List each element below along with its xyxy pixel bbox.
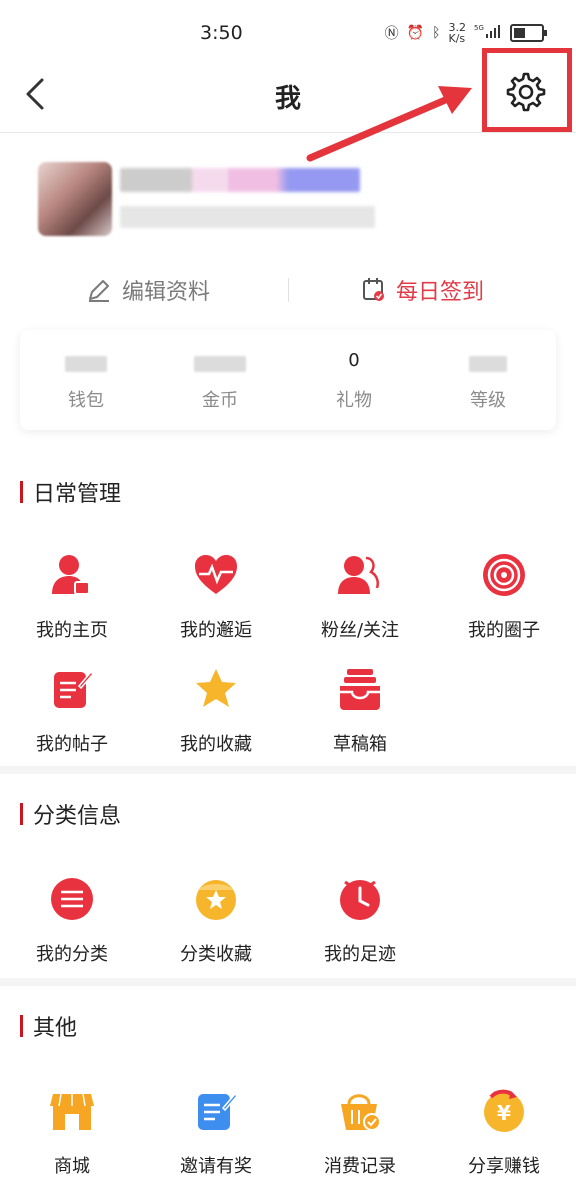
list-circle-icon (51, 878, 93, 920)
star-folder-icon (196, 880, 236, 920)
stat-level-value (428, 350, 548, 376)
stat-wallet[interactable]: 钱包 (26, 350, 146, 412)
svg-text:5G: 5G (474, 24, 484, 32)
edit-profile-label: 编辑资料 (122, 280, 211, 305)
menu-mall[interactable]: 商城 (0, 1088, 144, 1178)
stat-wallet-value (26, 350, 146, 376)
section-marker (20, 481, 23, 503)
gear-icon[interactable] (500, 68, 548, 116)
section-divider (0, 978, 576, 986)
battery-icon (510, 24, 547, 42)
menu-my-circles[interactable]: 我的圈子 (432, 552, 576, 642)
menu-drafts[interactable]: 草稿箱 (288, 666, 432, 756)
stat-level-label: 等级 (470, 390, 506, 411)
stat-level[interactable]: 等级 (428, 350, 548, 412)
menu-my-favorites[interactable]: 我的收藏 (144, 666, 288, 756)
heart-pulse-icon (195, 555, 237, 594)
network-speed: 3.2 K/s (448, 21, 467, 45)
edit-note-icon (54, 670, 95, 708)
section-daily-management-title: 日常管理 (20, 476, 121, 508)
store-icon (50, 1093, 94, 1130)
menu-my-posts[interactable]: 我的帖子 (0, 666, 144, 756)
stat-coins-label: 金币 (202, 390, 238, 411)
menu-classified-favorites[interactable]: 分类收藏 (144, 876, 288, 966)
star-icon (196, 669, 236, 707)
signal-icon: 5G (474, 23, 502, 43)
status-time: 3:50 (200, 22, 243, 44)
menu-consumption-records[interactable]: 消费记录 (288, 1088, 432, 1178)
basket-check-icon (341, 1094, 381, 1131)
section-divider (0, 766, 576, 774)
alarm-icon: ⏰ (406, 25, 425, 41)
nfc-icon: Ⓝ (384, 26, 399, 42)
stat-gifts[interactable]: 0 礼物 (294, 350, 414, 412)
menu-share-earn[interactable]: ¥ 分享赚钱 (432, 1088, 576, 1178)
pencil-icon (89, 280, 109, 302)
svg-text:¥: ¥ (497, 1101, 511, 1125)
menu-fans-follow[interactable]: 粉丝/关注 (288, 552, 432, 642)
daily-checkin-button[interactable]: 每日签到 (362, 268, 484, 312)
profile-actions: 编辑资料 每日签到 (0, 268, 576, 312)
clock-icon (340, 880, 380, 920)
edit-doc-icon (198, 1092, 239, 1130)
stat-coins[interactable]: 金币 (160, 350, 280, 412)
stat-gifts-value: 0 (348, 350, 360, 371)
section-marker (20, 803, 23, 825)
menu-invite-reward[interactable]: 邀请有奖 (144, 1088, 288, 1178)
inbox-tray-icon (340, 669, 380, 710)
username-redacted (120, 168, 360, 192)
menu-my-footprints[interactable]: 我的足迹 (288, 876, 432, 966)
menu-my-classifieds[interactable]: 我的分类 (0, 876, 144, 966)
daily-checkin-label: 每日签到 (396, 280, 485, 305)
section-other-title: 其他 (20, 1010, 77, 1042)
status-icons: Ⓝ ⏰ ᛒ 3.2 K/s 5G (384, 21, 547, 45)
section-classified-title: 分类信息 (20, 798, 121, 830)
user-home-icon (52, 555, 90, 595)
target-icon (483, 554, 525, 596)
users-icon (338, 556, 379, 594)
stat-wallet-label: 钱包 (68, 390, 104, 411)
user-subtitle-redacted (120, 206, 375, 228)
divider (288, 278, 289, 302)
avatar[interactable] (38, 162, 112, 236)
edit-profile-button[interactable]: 编辑资料 (86, 268, 210, 312)
bluetooth-icon: ᛒ (432, 25, 441, 41)
menu-my-encounters[interactable]: 我的邂逅 (144, 552, 288, 642)
calendar-check-icon (363, 278, 384, 301)
stats-card: 钱包 金币 0 礼物 等级 (20, 330, 556, 430)
section-marker (20, 1015, 23, 1037)
yen-coin-icon: ¥ (484, 1089, 524, 1132)
menu-my-homepage[interactable]: 我的主页 (0, 552, 144, 642)
stat-gifts-label: 礼物 (336, 390, 372, 411)
profile-header[interactable] (0, 150, 576, 250)
stat-coins-value (160, 350, 280, 376)
